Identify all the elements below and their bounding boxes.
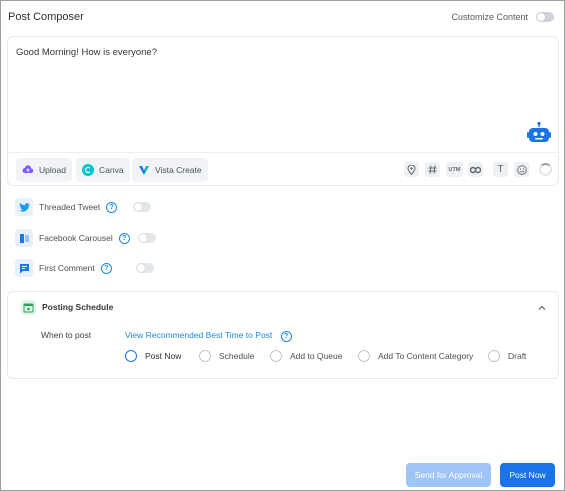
upload-cloud-icon [22, 165, 34, 173]
utm-icon[interactable]: UTM [446, 162, 463, 177]
composer-header: Post Composer Customize Content [7, 11, 554, 25]
radio-add-to-queue-circle[interactable] [270, 350, 282, 362]
radio-schedule[interactable]: Schedule [199, 350, 254, 362]
threaded-tweet-label: Threaded Tweet [39, 202, 101, 212]
radio-post-now-circle[interactable] [125, 350, 137, 362]
robot-icon[interactable] [526, 121, 552, 147]
hashtag-icon[interactable] [425, 162, 440, 177]
link-icon[interactable] [468, 162, 483, 177]
carousel-icon [15, 229, 33, 247]
radio-draft[interactable]: Draft [488, 350, 526, 362]
post-composer-window: Post Composer Customize Content Good Mor… [0, 0, 565, 491]
radio-post-now-label: Post Now [145, 351, 182, 361]
comment-icon [15, 259, 33, 277]
radio-add-to-queue-label: Add to Queue [290, 351, 343, 361]
first-comment-toggle[interactable] [135, 263, 154, 273]
canva-button[interactable]: Canva [76, 158, 130, 182]
first-comment-label: First Comment [39, 263, 95, 273]
posting-schedule-title: Posting Schedule [42, 302, 114, 312]
facebook-carousel-toggle[interactable] [137, 233, 156, 243]
option-threaded-tweet: Threaded Tweet ? [15, 198, 152, 216]
canva-icon [82, 164, 94, 176]
post-now-button[interactable]: Post Now [500, 463, 555, 487]
emoji-icon[interactable] [514, 162, 529, 177]
editor-toolbar: Upload Canva Vista Create UTM T [8, 152, 558, 186]
collapse-chevron-icon[interactable] [538, 302, 546, 312]
upload-button[interactable]: Upload [16, 158, 72, 182]
recommended-time-help-icon[interactable]: ? [280, 331, 292, 342]
facebook-carousel-label: Facebook Carousel [39, 233, 113, 243]
recommended-time-link[interactable]: View Recommended Best Time to Post ? [125, 330, 292, 342]
canva-label: Canva [99, 165, 124, 175]
page-title: Post Composer [8, 11, 84, 23]
vista-create-icon [139, 166, 149, 175]
facebook-carousel-help-icon[interactable]: ? [118, 232, 130, 244]
twitter-icon [15, 198, 33, 216]
radio-post-now[interactable]: Post Now [125, 350, 181, 362]
radio-add-to-content-category-label: Add To Content Category [378, 351, 474, 361]
customize-content-toggle[interactable] [536, 12, 554, 22]
vista-create-label: Vista Create [155, 165, 202, 175]
first-comment-help-icon[interactable]: ? [100, 262, 112, 274]
radio-add-to-content-category-circle[interactable] [358, 350, 370, 362]
threaded-tweet-toggle[interactable] [133, 202, 152, 212]
vista-create-button[interactable]: Vista Create [132, 158, 208, 182]
when-to-post-label: When to post [41, 330, 92, 340]
radio-add-to-content-category[interactable]: Add To Content Category [358, 350, 473, 362]
send-for-approval-button[interactable]: Send for Approval [406, 463, 491, 487]
posting-schedule-panel: Posting Schedule When to post View Recom… [7, 291, 559, 379]
post-text-input[interactable]: Good Morning! How is everyone? [16, 47, 157, 58]
option-first-comment: First Comment ? [15, 259, 154, 277]
option-facebook-carousel: Facebook Carousel ? [15, 229, 156, 247]
text-format-icon[interactable]: T [493, 162, 508, 177]
upload-label: Upload [39, 165, 66, 175]
calendar-icon [21, 300, 36, 315]
loading-spinner-icon [539, 163, 552, 176]
radio-add-to-queue[interactable]: Add to Queue [270, 350, 342, 362]
radio-draft-label: Draft [508, 351, 527, 361]
threaded-tweet-help-icon[interactable]: ? [106, 201, 118, 213]
location-icon[interactable] [404, 162, 419, 177]
radio-schedule-label: Schedule [219, 351, 255, 361]
recommended-time-link-text[interactable]: View Recommended Best Time to Post [125, 330, 272, 340]
customize-content-label: Customize Content [451, 12, 528, 22]
radio-draft-circle[interactable] [488, 350, 500, 362]
radio-schedule-circle[interactable] [199, 350, 211, 362]
post-editor[interactable]: Good Morning! How is everyone? Upload Ca… [7, 36, 559, 186]
